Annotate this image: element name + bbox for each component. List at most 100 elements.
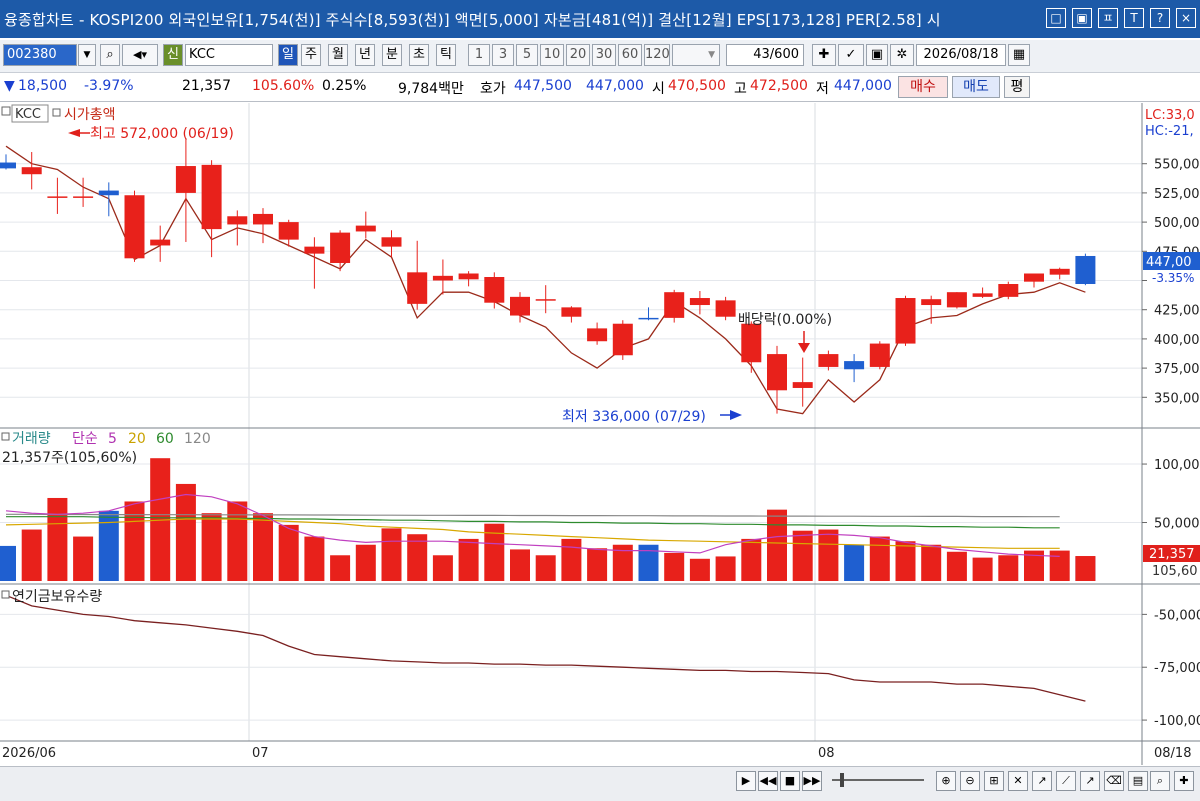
expand-icon[interactable]: ✚ [1174, 771, 1194, 791]
volume-bar [689, 558, 710, 581]
stock-name-field[interactable]: KCC [185, 44, 273, 66]
font-icon[interactable]: T [1124, 8, 1144, 28]
ray-icon[interactable]: ↗ [1080, 771, 1100, 791]
bid-label: 호가 [480, 81, 506, 97]
candle-body [715, 300, 736, 317]
candle [895, 295, 916, 346]
indicator-icon[interactable]: ✚ [812, 44, 836, 66]
ma20-label: 20 [128, 431, 146, 447]
eval-button[interactable]: 평 [1004, 76, 1030, 98]
trend-icon[interactable]: ↗ [1032, 771, 1052, 791]
minute-120[interactable]: 120 [644, 44, 670, 66]
close-icon[interactable]: × [1176, 8, 1196, 28]
sell-button[interactable]: 매도 [952, 76, 1000, 98]
volume-bar [792, 530, 813, 581]
current-price: 447,00 [1146, 255, 1192, 270]
minute-20[interactable]: 20 [566, 44, 590, 66]
pension-title: 연기금보유수량 [12, 589, 102, 605]
minute-3[interactable]: 3 [492, 44, 514, 66]
drawing-tool-icon[interactable]: ✓ [838, 44, 864, 66]
minute-10[interactable]: 10 [540, 44, 564, 66]
speed-slider-handle[interactable] [840, 773, 844, 787]
volume-bar [587, 548, 608, 581]
volume-bar [304, 536, 325, 581]
candle [767, 345, 787, 414]
period-year[interactable]: 년 [355, 44, 375, 66]
candle [227, 210, 248, 246]
print-icon[interactable]: ▤ [1128, 771, 1148, 791]
candle-body [869, 343, 890, 367]
gear-icon[interactable]: ✲ [890, 44, 914, 66]
zoom-in-icon[interactable]: ⊕ [936, 771, 956, 791]
unit-dropdown[interactable]: ▼ [672, 44, 720, 66]
candle [1024, 273, 1044, 288]
minute-30[interactable]: 30 [592, 44, 616, 66]
ma60-label: 60 [156, 431, 174, 447]
restore-icon[interactable]: □ [1046, 8, 1066, 28]
volume-bar [47, 497, 68, 581]
volume-bar [844, 544, 865, 581]
period-month[interactable]: 월 [328, 44, 348, 66]
low-annotation: 최저 336,000 (07/29) [562, 409, 742, 425]
candle [355, 211, 376, 239]
candle-body [407, 272, 428, 304]
candle-body [818, 354, 839, 367]
rewind-icon[interactable]: ◀◀ [758, 771, 778, 791]
turnover-rate: 0.25% [322, 78, 367, 94]
candle [664, 289, 685, 323]
period-tick[interactable]: 틱 [436, 44, 456, 66]
candle-body [792, 382, 813, 388]
fit-icon[interactable]: ⊞ [984, 771, 1004, 791]
period-minute[interactable]: 분 [382, 44, 402, 66]
search-icon[interactable]: ⌕ [100, 44, 120, 66]
erase-icon[interactable]: ⌫ [1104, 771, 1124, 791]
crosshair-icon[interactable]: ✕ [1008, 771, 1028, 791]
play-icon[interactable]: ▶ [736, 771, 756, 791]
search-icon-bottom[interactable]: ⌕ [1150, 771, 1170, 791]
sound-icon[interactable]: ◀▾ [122, 44, 158, 66]
candle-body [21, 167, 42, 175]
new-listing-badge[interactable]: 신 [163, 44, 183, 66]
volume-bar [381, 528, 402, 581]
data-count-field[interactable]: 43/600 [726, 44, 804, 66]
maximize-icon[interactable]: ▣ [1072, 8, 1092, 28]
price-tick-label: 550,00 [1154, 158, 1200, 173]
period-second[interactable]: 초 [409, 44, 429, 66]
speed-slider[interactable] [832, 779, 924, 781]
volume-bar [175, 483, 196, 581]
candle-body [1075, 255, 1096, 285]
high-label: 고 [734, 81, 747, 97]
minute-5[interactable]: 5 [516, 44, 538, 66]
save-icon[interactable]: ▣ [866, 44, 888, 66]
period-week[interactable]: 주 [301, 44, 321, 66]
x-label-jun: 2026/06 [2, 746, 56, 761]
candle [1075, 253, 1096, 286]
x-label-current: 08/18 [1154, 746, 1191, 761]
volume-bar [1075, 556, 1096, 581]
candle-body [844, 361, 865, 370]
stop-icon[interactable]: ■ [780, 771, 800, 791]
minute-1[interactable]: 1 [468, 44, 490, 66]
pin-icon[interactable]: ㅍ [1098, 8, 1118, 28]
volume-ma-label: 단순 [72, 431, 98, 447]
open-price: 470,500 [668, 78, 726, 94]
minute-60[interactable]: 60 [618, 44, 642, 66]
zoom-out-icon[interactable]: ⊖ [960, 771, 980, 791]
buy-button[interactable]: 매수 [898, 76, 948, 98]
price-tick-label: 500,00 [1154, 216, 1200, 231]
candle-body [612, 323, 633, 356]
help-icon[interactable]: ? [1150, 8, 1170, 28]
stock-chart[interactable]: 350,00375,00400,00425,00475,00500,00525,… [0, 103, 1200, 765]
candle [689, 291, 710, 315]
line-tool-icon[interactable]: ⟋ [1056, 771, 1076, 791]
code-dropdown-icon[interactable]: ▼ [78, 44, 96, 66]
foreign-axis: -50,000 -75,000 -100,000 [1142, 608, 1200, 729]
calendar-icon[interactable]: ▦ [1008, 44, 1030, 66]
legend-box-icon [1, 106, 11, 116]
stock-code-input[interactable]: 002380 [3, 44, 77, 66]
lc-label: LC:33,0 [1145, 108, 1195, 123]
candle-body [330, 232, 351, 263]
period-day[interactable]: 일 [278, 44, 298, 66]
forward-icon[interactable]: ▶▶ [802, 771, 822, 791]
date-input[interactable]: 2026/08/18 [916, 44, 1006, 66]
